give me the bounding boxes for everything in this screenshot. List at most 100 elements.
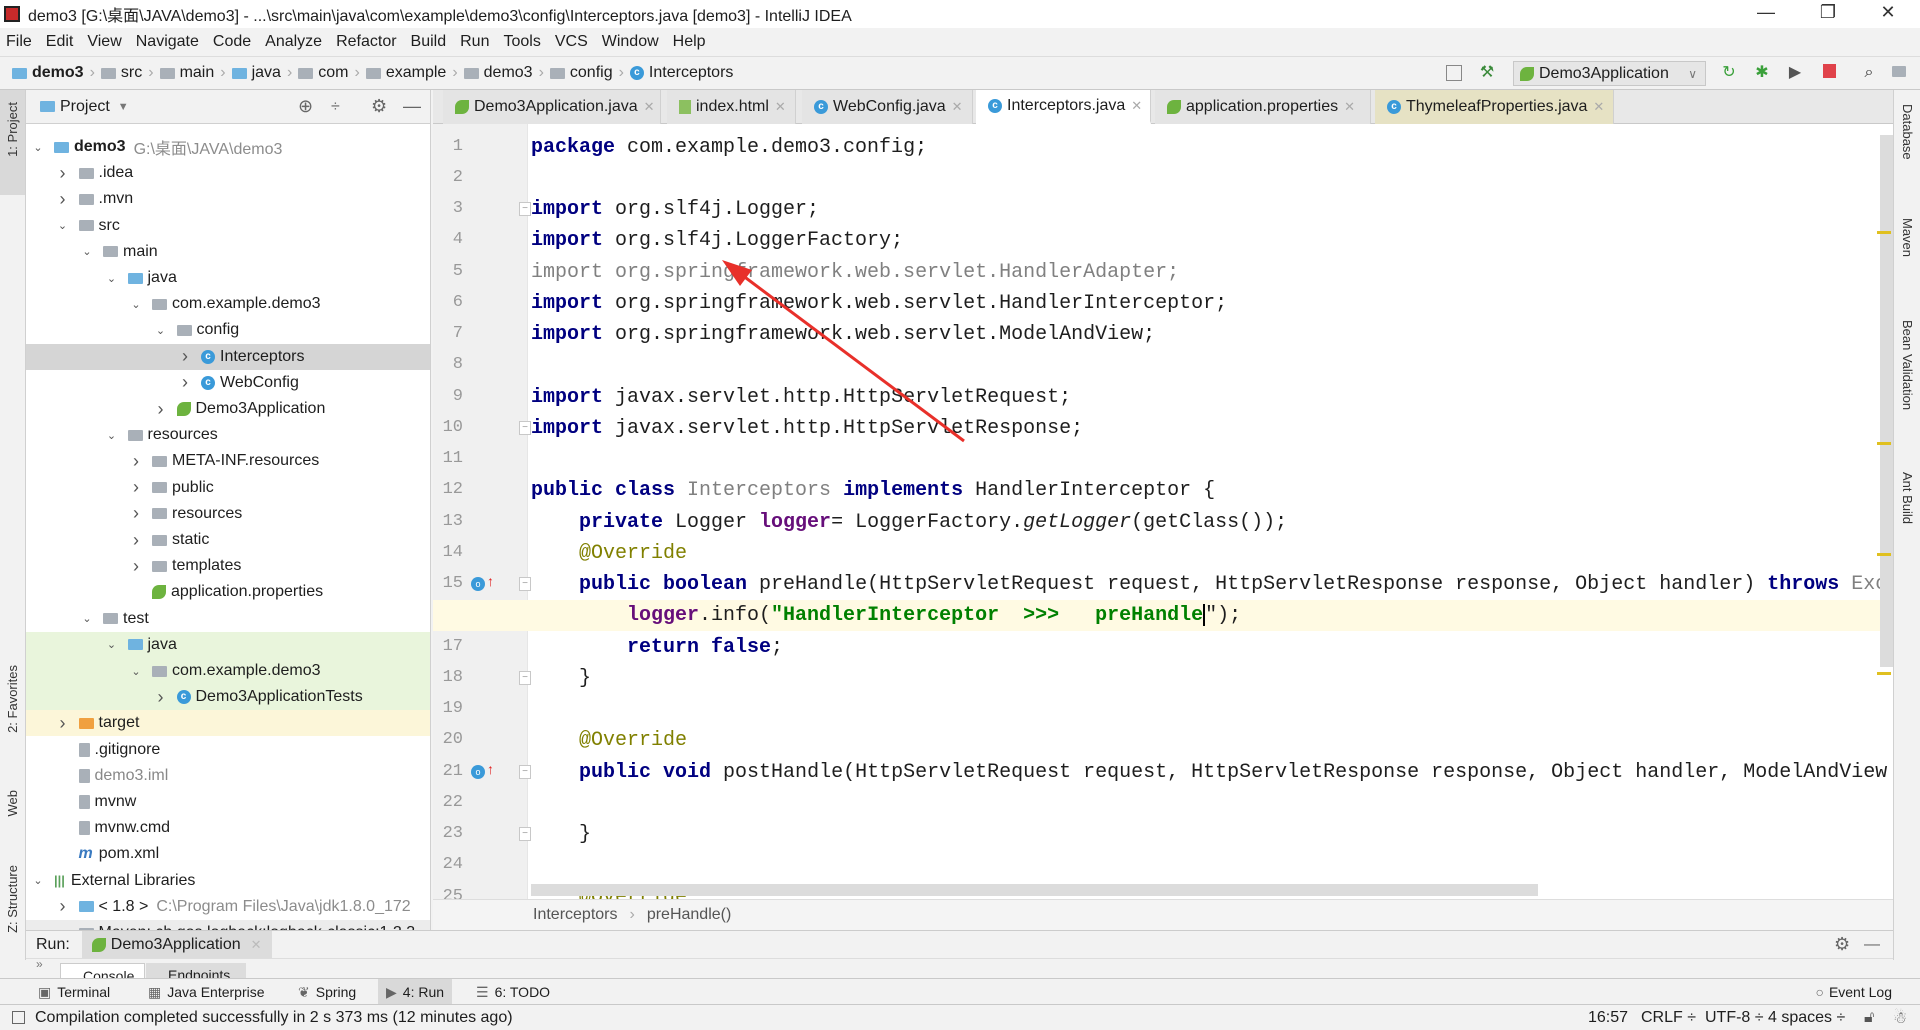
chevron-down-icon[interactable]: ⌄ xyxy=(30,874,46,887)
menu-code[interactable]: Code xyxy=(213,33,251,51)
tab-webconfig-java[interactable]: c WebConfig.java ✕ xyxy=(802,90,973,124)
menu-run[interactable]: Run xyxy=(460,33,489,51)
endpoints-tab[interactable]: Endpoints xyxy=(146,963,246,978)
implements-method-icon[interactable]: o xyxy=(471,577,485,591)
tree-item[interactable]: › Demo3Application xyxy=(26,396,430,422)
menu-tools[interactable]: Tools xyxy=(503,33,540,51)
tree-item[interactable]: › static xyxy=(26,527,430,553)
tab-interceptors-java[interactable]: c Interceptors.java ✕ xyxy=(976,90,1151,124)
tree-item[interactable]: ⌄ java xyxy=(26,631,430,658)
code-line[interactable]: import javax.servlet.http.HttpServletReq… xyxy=(531,382,1893,413)
tree-item[interactable]: ⌄ ||| External Libraries xyxy=(26,868,430,894)
breadcrumb-item[interactable]: demo3 › xyxy=(12,64,95,82)
chevron-right-icon[interactable]: › xyxy=(128,530,144,551)
menu-file[interactable]: File xyxy=(6,33,32,51)
tree-item[interactable]: ⌄ config xyxy=(26,317,430,343)
close-tab-icon[interactable]: ✕ xyxy=(952,99,963,115)
breadcrumb-class[interactable]: Interceptors xyxy=(533,906,617,924)
chevron-down-icon[interactable]: ⌄ xyxy=(30,141,46,154)
breadcrumb-item[interactable]: src › xyxy=(100,64,154,82)
close-button[interactable]: ✕ xyxy=(1868,2,1908,23)
chevron-down-icon[interactable]: ⌄ xyxy=(128,298,144,311)
tree-item[interactable]: ⌄ resources xyxy=(26,422,430,448)
code-line[interactable] xyxy=(531,444,1893,475)
hide-panel-icon[interactable]: — xyxy=(403,96,421,117)
collapse-all-icon[interactable]: ÷ xyxy=(331,98,340,116)
breadcrumb-item[interactable]: java › xyxy=(231,64,292,82)
chevron-right-icon[interactable]: › xyxy=(55,163,71,184)
menu-view[interactable]: View xyxy=(87,33,121,51)
chevron-right-icon[interactable]: › xyxy=(55,896,71,917)
tree-item[interactable]: ⌄ demo3 G:\桌面\JAVA\demo3 xyxy=(26,134,430,160)
indent-selector[interactable]: 4 spaces ÷ xyxy=(1768,1009,1845,1027)
close-tab-icon[interactable]: ✕ xyxy=(1593,99,1604,115)
minimize-button[interactable]: — xyxy=(1746,2,1786,23)
code-line[interactable]: @Override xyxy=(531,725,1893,756)
tree-item[interactable]: mvnw.cmd xyxy=(26,815,430,841)
tree-item[interactable]: › c Interceptors xyxy=(26,343,430,370)
menu-analyze[interactable]: Analyze xyxy=(265,33,322,51)
tree-item[interactable]: ⌄ main xyxy=(26,239,430,265)
chevron-down-icon[interactable]: ⌄ xyxy=(104,272,120,285)
chevron-down-icon[interactable]: ⌄ xyxy=(104,429,120,442)
fold-marker-icon[interactable]: − xyxy=(519,764,531,779)
chevron-right-icon[interactable]: › xyxy=(128,556,144,577)
bean-validation-tool-button[interactable]: Bean Validation xyxy=(1900,320,1915,410)
status-message[interactable]: Compilation completed successfully in 2 … xyxy=(35,1009,513,1027)
database-tool-button[interactable]: Database xyxy=(1900,104,1915,160)
code-line[interactable]: @Override xyxy=(531,538,1893,569)
tree-item[interactable]: mvnw xyxy=(26,789,430,815)
coverage-icon[interactable]: ▶ xyxy=(1786,64,1804,82)
tab-demo3application-java[interactable]: Demo3Application.java ✕ xyxy=(443,90,661,124)
lock-icon[interactable]: 🔓︎ xyxy=(1864,1009,1874,1027)
tree-item[interactable]: › < 1.8 > C:\Program Files\Java\jdk1.8.0_1… xyxy=(26,894,430,920)
chevron-right-icon[interactable]: › xyxy=(128,477,144,498)
console-tab[interactable]: Console xyxy=(60,963,145,978)
build-hammer-icon[interactable]: ⚒ xyxy=(1478,64,1496,82)
menu-edit[interactable]: Edit xyxy=(46,33,74,51)
chevron-right-icon[interactable]: › xyxy=(128,503,144,524)
gear-icon[interactable]: ⚙ xyxy=(1834,934,1850,955)
encoding-selector[interactable]: UTF-8 ÷ xyxy=(1705,1009,1764,1027)
locate-icon[interactable]: ⊕ xyxy=(298,96,313,117)
chevron-down-icon[interactable]: ▼ xyxy=(118,101,129,113)
tree-item[interactable]: › public xyxy=(26,475,430,501)
code-line[interactable]: package com.example.demo3.config; xyxy=(531,132,1893,163)
fold-marker-icon[interactable]: − xyxy=(519,202,531,216)
chevron-down-icon[interactable]: ⌄ xyxy=(153,324,169,337)
chevron-down-icon[interactable]: ⌄ xyxy=(104,638,120,651)
code-line[interactable]: import org.springframework.web.servlet.H… xyxy=(531,288,1893,319)
tree-item[interactable]: › resources xyxy=(26,501,430,527)
web-tool-button[interactable]: Web xyxy=(5,790,20,817)
tree-item[interactable]: › .idea xyxy=(26,160,430,186)
tool-tab-java-enterprise[interactable]: ▦ Java Enterprise xyxy=(140,979,273,1005)
chevron-down-icon[interactable]: ⌄ xyxy=(79,245,95,258)
line-separator-selector[interactable]: CRLF ÷ xyxy=(1641,1009,1696,1027)
error-stripe-mark[interactable] xyxy=(1877,442,1891,445)
code-line[interactable] xyxy=(531,850,1893,881)
code-line[interactable]: private Logger logger= LoggerFactory.get… xyxy=(531,507,1893,538)
breadcrumb-method[interactable]: preHandle() xyxy=(647,906,731,924)
code-line[interactable] xyxy=(531,350,1893,381)
breadcrumb-item[interactable]: main › xyxy=(159,64,226,82)
run-tab-demo3application[interactable]: Demo3Application ✕ xyxy=(81,930,272,959)
tree-item[interactable]: ›Maven: ch.qos.logback:logback-classic:1… xyxy=(26,920,430,930)
code-line[interactable]: } xyxy=(531,663,1893,694)
menu-vcs[interactable]: VCS xyxy=(555,33,588,51)
run-configuration-dropdown[interactable]: Demo3Application ∨ xyxy=(1513,61,1706,86)
code-line[interactable]: public class Interceptors implements Han… xyxy=(531,475,1893,506)
project-tool-button[interactable]: 1: Project xyxy=(5,102,20,157)
tree-item[interactable]: m pom.xml xyxy=(26,841,430,867)
tree-item[interactable]: ⌄ src xyxy=(26,213,430,239)
close-tab-icon[interactable]: ✕ xyxy=(1344,99,1355,115)
menu-build[interactable]: Build xyxy=(411,33,447,51)
code-line[interactable]: public boolean preHandle(HttpServletRequ… xyxy=(531,569,1893,600)
caret-position[interactable]: 16:57 xyxy=(1588,1009,1628,1027)
more-icon[interactable]: » xyxy=(36,959,43,971)
code-line[interactable]: logger.info("HandlerInterceptor >>> preH… xyxy=(433,600,1883,632)
layout-icon[interactable] xyxy=(1446,65,1462,81)
breadcrumb-item[interactable]: c Interceptors xyxy=(629,64,733,82)
tab-application-properties[interactable]: application.properties ✕ xyxy=(1155,90,1371,124)
tree-item[interactable]: ⌄ java xyxy=(26,265,430,291)
tree-item[interactable]: › .mvn xyxy=(26,186,430,212)
